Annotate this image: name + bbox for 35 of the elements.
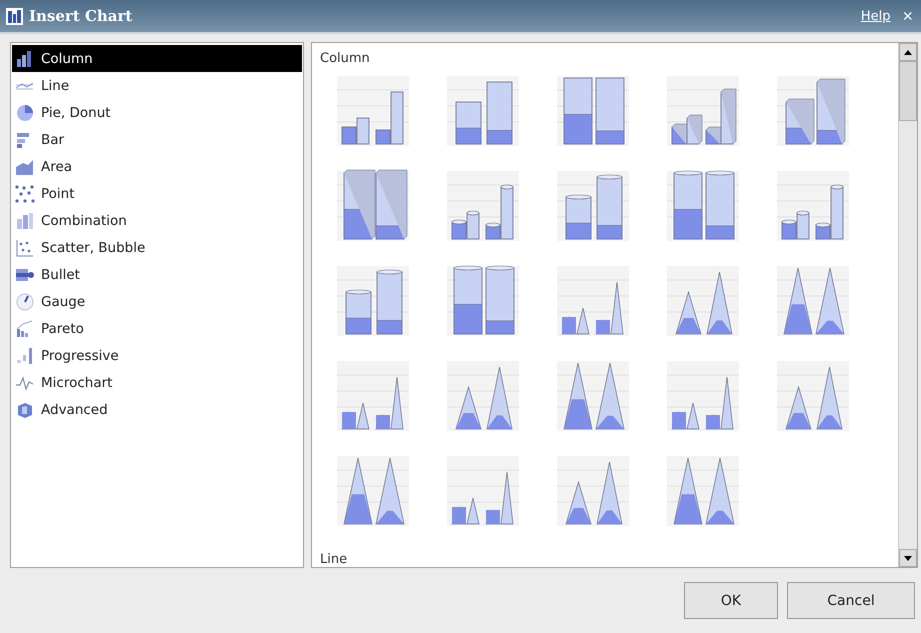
scroll-thumb[interactable] xyxy=(899,61,917,121)
chart-type-icon xyxy=(15,238,35,258)
chart-category-item[interactable]: Combination xyxy=(12,207,302,234)
chart-type-icon xyxy=(15,292,35,312)
chart-category-item[interactable]: Bullet xyxy=(12,261,302,288)
close-button[interactable]: × xyxy=(896,6,913,26)
scroll-down-button[interactable] xyxy=(899,549,917,567)
chart-category-item[interactable]: Line xyxy=(12,72,302,99)
chart-type-icon xyxy=(15,318,35,338)
chart-category-item[interactable]: Progressive xyxy=(12,342,302,369)
chart-category-item[interactable]: Microchart xyxy=(12,369,302,396)
chart-type-icon xyxy=(15,184,35,204)
up-arrow-icon xyxy=(904,50,912,54)
chart-category-item[interactable]: Point xyxy=(12,180,302,207)
scrollbar[interactable] xyxy=(898,43,917,567)
help-link[interactable]: Help xyxy=(860,8,890,24)
section-heading: Column xyxy=(320,51,370,66)
down-arrow-icon xyxy=(904,556,912,560)
chart-type-icon xyxy=(15,102,35,122)
cancel-button[interactable]: Cancel xyxy=(787,582,915,619)
chart-category-item[interactable]: Advanced xyxy=(12,396,302,423)
chart-category-item[interactable]: Bar xyxy=(12,126,302,153)
ok-button[interactable]: OK xyxy=(684,582,778,619)
chart-category-item[interactable]: Column xyxy=(12,45,302,72)
chart-category-item[interactable]: Area xyxy=(12,153,302,180)
window-title: Insert Chart xyxy=(29,7,134,25)
chart-category-item[interactable]: Pie, Donut xyxy=(12,99,302,126)
chart-category-item[interactable]: Gauge xyxy=(12,288,302,315)
section-heading: Line xyxy=(320,552,348,567)
chart-category-item[interactable]: Scatter, Bubble xyxy=(12,234,302,261)
chart-type-icon xyxy=(15,346,35,366)
scroll-up-button[interactable] xyxy=(899,43,917,61)
chart-category-item[interactable]: Pareto xyxy=(12,315,302,342)
chart-type-icon xyxy=(15,210,35,230)
chart-icon xyxy=(6,8,23,24)
